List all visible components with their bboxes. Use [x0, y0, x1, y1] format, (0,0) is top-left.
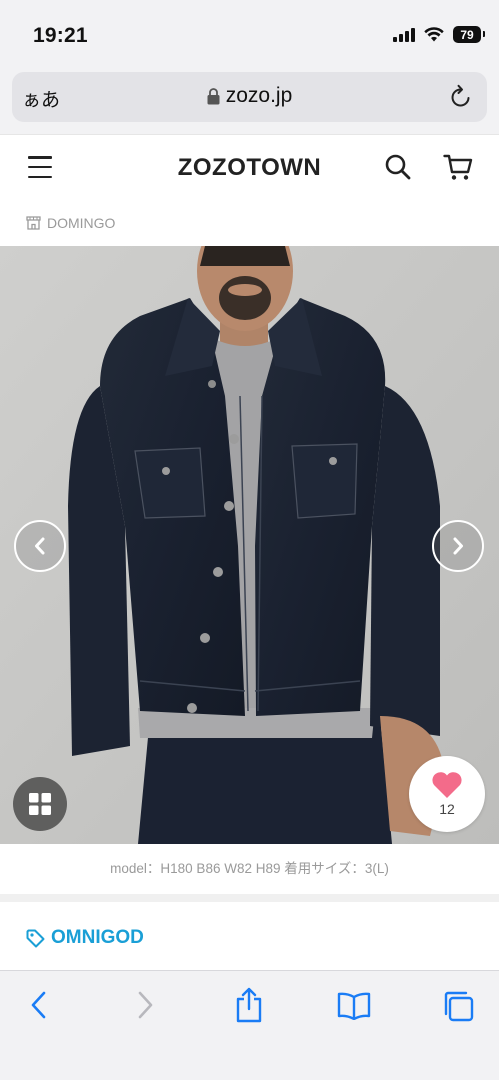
site-logo[interactable]: ZOZOTOWN: [0, 154, 499, 182]
bookmarks-icon[interactable]: [337, 992, 371, 1020]
favorite-count: 12: [439, 801, 455, 817]
status-time: 19:21: [33, 24, 88, 47]
brand-name: OMNIGOD: [51, 927, 144, 948]
favorite-button[interactable]: 12: [409, 756, 485, 832]
brand-link[interactable]: OMNIGOD: [26, 927, 144, 949]
next-image-button[interactable]: [432, 520, 484, 572]
chevron-left-icon: [35, 537, 45, 555]
brand-section: OMNIGOD: [0, 902, 499, 970]
status-bar: 19:21 79: [0, 0, 499, 66]
product-photo: [0, 246, 499, 844]
cellular-signal-icon: [393, 27, 415, 42]
image-grid-button[interactable]: [13, 777, 67, 831]
heart-icon: [432, 772, 462, 798]
battery-icon: 79: [453, 26, 485, 43]
breadcrumb: DOMINGO: [0, 200, 499, 246]
back-icon[interactable]: [27, 990, 51, 1020]
breadcrumb-shop-link[interactable]: DOMINGO: [47, 215, 115, 231]
url-text: zozo.jp: [225, 84, 293, 107]
shop-icon: [26, 216, 41, 230]
product-image-gallery[interactable]: 12: [0, 246, 499, 844]
browser-toolbar: [0, 970, 499, 1080]
cart-icon[interactable]: [443, 152, 473, 182]
url-display[interactable]: zozo.jp: [12, 84, 487, 108]
share-icon[interactable]: [235, 987, 263, 1023]
grid-icon: [29, 793, 51, 815]
battery-level: 79: [460, 27, 474, 42]
address-bar[interactable]: ぁあ zozo.jp: [12, 72, 487, 122]
chevron-right-icon: [453, 537, 463, 555]
search-icon[interactable]: [384, 153, 412, 181]
section-divider: [0, 894, 499, 902]
lock-icon: [207, 87, 220, 104]
status-icons: 79: [393, 26, 485, 43]
reload-icon[interactable]: [449, 84, 473, 110]
tabs-icon[interactable]: [442, 990, 474, 1022]
tag-icon: [26, 929, 45, 947]
site-header: ZOZOTOWN: [0, 134, 499, 200]
model-info: model：H180 B86 W82 H89 着用サイズ：3(L): [0, 844, 499, 894]
previous-image-button[interactable]: [14, 520, 66, 572]
wifi-icon: [424, 27, 444, 42]
forward-icon[interactable]: [133, 990, 157, 1020]
